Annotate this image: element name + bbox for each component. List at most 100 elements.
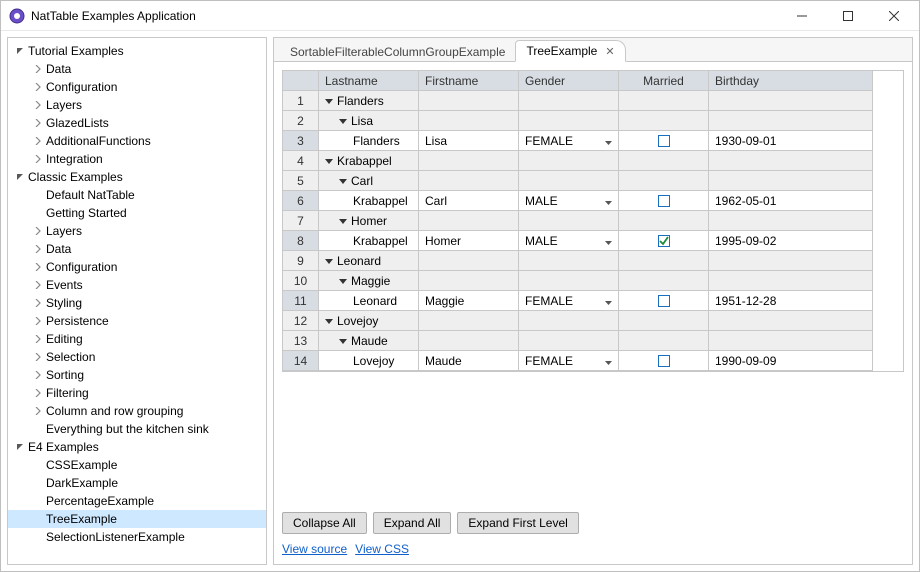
cell-married[interactable]	[619, 111, 709, 131]
tree-caret-icon[interactable]	[339, 277, 347, 285]
sidebar-item[interactable]: Column and row grouping	[8, 402, 266, 420]
sidebar-item[interactable]: Persistence	[8, 312, 266, 330]
row-header[interactable]: 9	[283, 251, 319, 271]
expander-icon[interactable]	[12, 47, 28, 55]
expander-icon[interactable]	[30, 65, 46, 73]
cell[interactable]: Flanders	[319, 91, 419, 111]
cell-firstname[interactable]	[419, 151, 519, 171]
sidebar-item[interactable]: TreeExample	[8, 510, 266, 528]
row-header[interactable]: 8	[283, 231, 319, 251]
expander-icon[interactable]	[30, 83, 46, 91]
dropdown-icon[interactable]	[605, 234, 612, 248]
cell-married[interactable]	[619, 231, 709, 251]
table-row[interactable]: 10Maggie	[283, 271, 903, 291]
expander-icon[interactable]	[30, 101, 46, 109]
sidebar-item[interactable]: CSSExample	[8, 456, 266, 474]
table-row[interactable]: 13Maude	[283, 331, 903, 351]
married-checkbox[interactable]	[658, 355, 670, 367]
cell[interactable]: Lovejoy	[319, 311, 419, 331]
table-row[interactable]: 5Carl	[283, 171, 903, 191]
tab[interactable]: TreeExample✕	[515, 40, 625, 62]
table-row[interactable]: 4Krabappel	[283, 151, 903, 171]
sidebar-item[interactable]: Configuration	[8, 258, 266, 276]
expander-icon[interactable]	[12, 443, 28, 451]
tree-caret-icon[interactable]	[325, 157, 333, 165]
cell-married[interactable]	[619, 131, 709, 151]
sidebar-item[interactable]: Layers	[8, 96, 266, 114]
collapse-all-button[interactable]: Collapse All	[282, 512, 367, 534]
table-row[interactable]: 12Lovejoy	[283, 311, 903, 331]
cell-firstname[interactable]: Maude	[419, 351, 519, 371]
expand-all-button[interactable]: Expand All	[373, 512, 452, 534]
cell-birthday[interactable]	[709, 111, 873, 131]
cell-married[interactable]	[619, 91, 709, 111]
expander-icon[interactable]	[30, 317, 46, 325]
sidebar-item[interactable]: Everything but the kitchen sink	[8, 420, 266, 438]
married-checkbox[interactable]	[658, 195, 670, 207]
cell-gender[interactable]	[519, 251, 619, 271]
cell-married[interactable]	[619, 351, 709, 371]
expander-icon[interactable]	[30, 137, 46, 145]
sidebar-item[interactable]: PercentageExample	[8, 492, 266, 510]
expander-icon[interactable]	[30, 389, 46, 397]
row-header[interactable]: 14	[283, 351, 319, 371]
table-row[interactable]: 11LeonardMaggieFEMALE1951-12-28	[283, 291, 903, 311]
cell-birthday[interactable]	[709, 171, 873, 191]
sidebar-item[interactable]: Events	[8, 276, 266, 294]
close-tab-icon[interactable]: ✕	[605, 45, 614, 58]
sidebar-item[interactable]: E4 Examples	[8, 438, 266, 456]
cell[interactable]: Flanders	[319, 131, 419, 151]
sidebar-item[interactable]: Data	[8, 60, 266, 78]
cell-birthday[interactable]	[709, 211, 873, 231]
row-header[interactable]: 11	[283, 291, 319, 311]
cell[interactable]: Leonard	[319, 291, 419, 311]
cell[interactable]: Leonard	[319, 251, 419, 271]
expand-first-level-button[interactable]: Expand First Level	[457, 512, 578, 534]
tree-caret-icon[interactable]	[325, 317, 333, 325]
maximize-button[interactable]	[825, 1, 871, 30]
expander-icon[interactable]	[30, 335, 46, 343]
cell-firstname[interactable]	[419, 271, 519, 291]
sidebar-item[interactable]: SelectionListenerExample	[8, 528, 266, 546]
sidebar-item[interactable]: Selection	[8, 348, 266, 366]
cell-birthday[interactable]	[709, 331, 873, 351]
cell-gender[interactable]: MALE	[519, 191, 619, 211]
sidebar-item[interactable]: Integration	[8, 150, 266, 168]
cell[interactable]: Lovejoy	[319, 351, 419, 371]
sidebar-item[interactable]: Editing	[8, 330, 266, 348]
cell-firstname[interactable]	[419, 91, 519, 111]
table-row[interactable]: 1Flanders	[283, 91, 903, 111]
sidebar-item[interactable]: DarkExample	[8, 474, 266, 492]
dropdown-icon[interactable]	[605, 294, 612, 308]
row-header[interactable]: 3	[283, 131, 319, 151]
sidebar-item[interactable]: Classic Examples	[8, 168, 266, 186]
cell[interactable]: Maude	[319, 331, 419, 351]
dropdown-icon[interactable]	[605, 354, 612, 368]
cell-birthday[interactable]	[709, 151, 873, 171]
sidebar-item[interactable]: Sorting	[8, 366, 266, 384]
expander-icon[interactable]	[30, 155, 46, 163]
table-row[interactable]: 2Lisa	[283, 111, 903, 131]
cell-gender[interactable]	[519, 171, 619, 191]
cell-gender[interactable]: MALE	[519, 231, 619, 251]
cell-birthday[interactable]: 1995-09-02	[709, 231, 873, 251]
cell[interactable]: Krabappel	[319, 151, 419, 171]
cell-firstname[interactable]	[419, 311, 519, 331]
col-married[interactable]: Married	[619, 71, 709, 91]
cell-firstname[interactable]: Maggie	[419, 291, 519, 311]
row-header[interactable]: 12	[283, 311, 319, 331]
tree-caret-icon[interactable]	[339, 177, 347, 185]
married-checkbox[interactable]	[658, 295, 670, 307]
cell-firstname[interactable]: Lisa	[419, 131, 519, 151]
cell-firstname[interactable]	[419, 111, 519, 131]
row-header[interactable]: 13	[283, 331, 319, 351]
cell-firstname[interactable]	[419, 331, 519, 351]
tab[interactable]: SortableFilterableColumnGroupExample	[280, 42, 515, 62]
cell-married[interactable]	[619, 171, 709, 191]
table-row[interactable]: 7Homer	[283, 211, 903, 231]
sidebar-item[interactable]: Default NatTable	[8, 186, 266, 204]
sidebar-item[interactable]: Layers	[8, 222, 266, 240]
cell-firstname[interactable]	[419, 171, 519, 191]
married-checkbox[interactable]	[658, 135, 670, 147]
expander-icon[interactable]	[30, 119, 46, 127]
